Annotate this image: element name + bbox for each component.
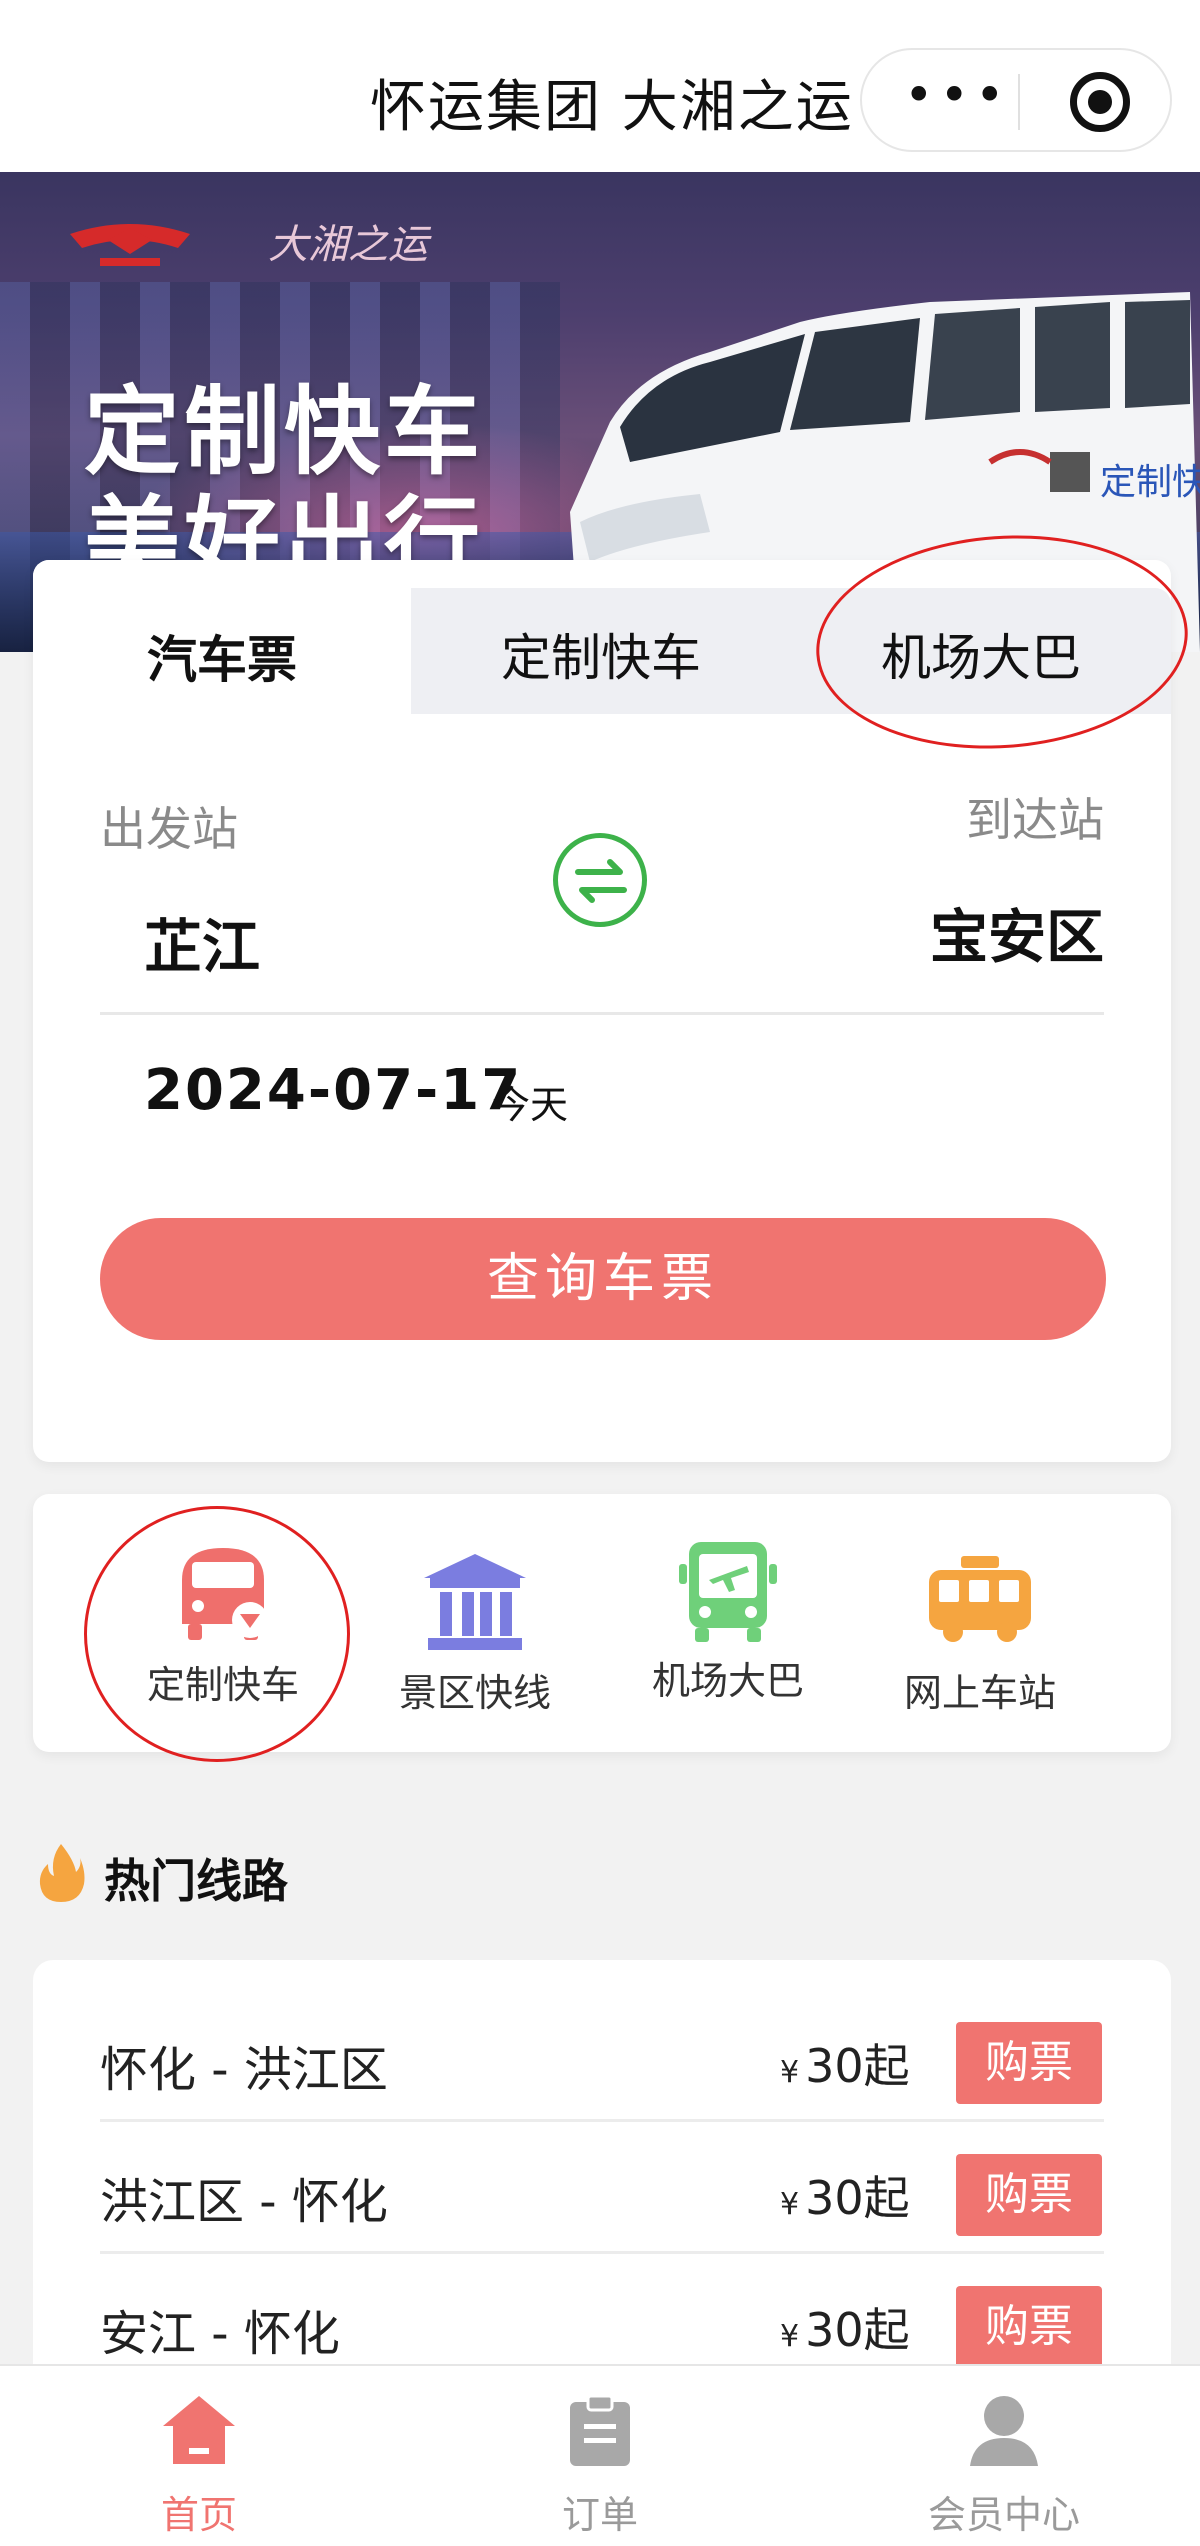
service-label: 景区快线 — [398, 1671, 551, 1715]
route-name: 安江 - 怀化 — [100, 2306, 340, 2362]
target-icon[interactable] — [1070, 72, 1130, 132]
route-name: 洪江区 - 怀化 — [100, 2174, 388, 2230]
mini-program-capsule: ••• — [860, 48, 1172, 152]
airport-bus-icon — [679, 1542, 777, 1642]
flame-icon — [39, 1844, 85, 1902]
nav-home[interactable]: 首页 — [99, 2386, 299, 2537]
price-value: 30起 — [805, 2303, 910, 2357]
query-tickets-button[interactable]: 查询车票 — [100, 1218, 1106, 1340]
buy-ticket-button[interactable]: 购票 — [956, 2022, 1102, 2104]
service-online-station[interactable]: 网上车站 — [855, 1538, 1105, 1728]
buy-ticket-button[interactable]: 购票 — [956, 2154, 1102, 2236]
nav-label: 首页 — [160, 2493, 237, 2537]
hot-routes-title: 热门线路 — [104, 1854, 288, 1908]
route-item[interactable]: 洪江区 - 怀化 ¥30起 购票 — [100, 2122, 1104, 2254]
company-logo — [60, 214, 200, 274]
brand-script-logo: 大湘之运 — [268, 222, 428, 268]
departure-label: 出发站 — [100, 802, 238, 856]
nav-label: 会员中心 — [927, 2493, 1080, 2537]
tab-custom-express[interactable]: 定制快车 — [411, 618, 791, 690]
route-name: 怀化 - 洪江区 — [100, 2042, 388, 2098]
currency-symbol: ¥ — [780, 2319, 800, 2354]
route-price: ¥30起 — [780, 2162, 910, 2228]
route-price: ¥30起 — [780, 2294, 910, 2360]
service-custom-express[interactable]: 定制快车 — [98, 1530, 348, 1720]
more-dots-icon[interactable]: ••• — [904, 70, 1004, 124]
nav-orders[interactable]: 订单 — [500, 2386, 700, 2537]
capsule-divider — [1018, 74, 1020, 130]
date-today-hint: 今天 — [492, 1083, 569, 1127]
departure-station[interactable]: 芷江 — [144, 900, 260, 984]
service-scenic-express[interactable]: 景区快线 — [350, 1538, 600, 1728]
scenic-pavilion-icon — [424, 1554, 526, 1650]
nav-label: 订单 — [561, 2493, 638, 2537]
member-user-icon — [970, 2396, 1038, 2466]
nav-member-center[interactable]: 会员中心 — [904, 2386, 1104, 2537]
order-clipboard-icon — [570, 2394, 630, 2466]
price-value: 30起 — [805, 2039, 910, 2093]
route-item[interactable]: 怀化 - 洪江区 ¥30起 购票 — [100, 1990, 1104, 2122]
station-bus-icon — [929, 1556, 1031, 1642]
service-label: 机场大巴 — [651, 1659, 804, 1703]
travel-date[interactable]: 2024-07-17 — [144, 1058, 522, 1123]
price-value: 30起 — [805, 2171, 910, 2225]
route-price: ¥30起 — [780, 2030, 910, 2096]
search-divider — [100, 1012, 1104, 1015]
home-icon — [163, 2396, 235, 2464]
buy-ticket-button[interactable]: 购票 — [956, 2286, 1102, 2368]
service-airport-bus[interactable]: 机场大巴 — [603, 1526, 853, 1716]
custom-bus-icon — [182, 1548, 268, 1640]
arrival-label: 到达站 — [966, 793, 1104, 847]
swap-stations-icon[interactable] — [553, 833, 647, 927]
currency-symbol: ¥ — [780, 2187, 800, 2222]
page-title: 怀运集团 大湘之运 — [370, 75, 854, 140]
arrival-station[interactable]: 宝安区 — [880, 890, 1104, 974]
service-label: 定制快车 — [146, 1663, 299, 1707]
service-label: 网上车站 — [903, 1671, 1056, 1715]
bottom-tab-bar: 首页 订单 会员中心 — [0, 2364, 1200, 2546]
app-header: 怀运集团 大湘之运 ••• — [0, 0, 1200, 172]
tab-bus-ticket[interactable]: 汽车票 — [33, 620, 411, 692]
currency-symbol: ¥ — [780, 2055, 800, 2090]
van-side-label: 定制快车 — [1100, 462, 1200, 503]
tab-airport-bus[interactable]: 机场大巴 — [791, 618, 1171, 690]
